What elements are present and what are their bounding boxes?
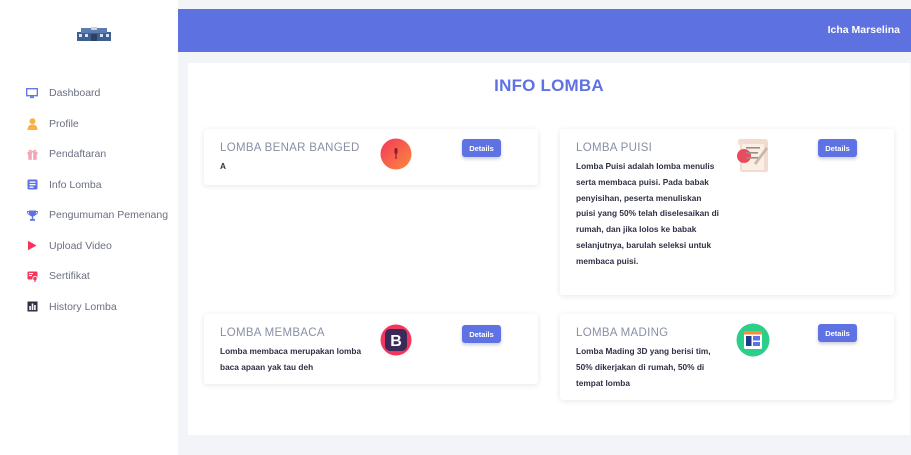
card-title: LOMBA PUISI bbox=[576, 142, 653, 154]
sidebar-item-label: Sertifikat bbox=[49, 270, 90, 283]
competition-card-mading: LOMBA MADING Lomba Mading 3D yang berisi… bbox=[560, 314, 894, 400]
info-icon bbox=[25, 178, 39, 192]
letter-b-icon: B bbox=[380, 324, 412, 356]
sidebar-item-label: Upload Video bbox=[49, 239, 112, 252]
certificate-icon bbox=[25, 269, 39, 283]
sidebar-item-label: Info Lomba bbox=[49, 178, 102, 191]
sidebar-item-label: History Lomba bbox=[49, 300, 117, 313]
sidebar-item-sertifikat[interactable]: Sertifikat bbox=[0, 261, 178, 292]
sidebar-item-info-lomba[interactable]: Info Lomba bbox=[0, 170, 178, 201]
monitor-icon bbox=[25, 86, 39, 100]
card-title: LOMBA MEMBACA bbox=[220, 327, 325, 339]
card-title: LOMBA MADING bbox=[576, 327, 669, 339]
details-button[interactable]: Details bbox=[462, 325, 501, 343]
play-icon bbox=[25, 239, 39, 253]
card-description: Lomba Puisi adalah lomba menulis serta m… bbox=[576, 161, 719, 266]
sidebar-item-dashboard[interactable]: Dashboard bbox=[0, 78, 178, 109]
sidebar-item-pendaftaran[interactable]: Pendaftaran bbox=[0, 139, 178, 170]
details-button[interactable]: Details bbox=[462, 139, 501, 157]
competition-card-membaca: LOMBA MEMBACA Lomba membaca merupakan lo… bbox=[204, 314, 538, 384]
history-icon bbox=[25, 300, 39, 314]
sidebar-item-label: Profile bbox=[49, 117, 79, 130]
microphone-icon bbox=[380, 138, 412, 170]
sidebar-item-label: Pengumuman Pemenang bbox=[49, 209, 169, 222]
details-button[interactable]: Details bbox=[818, 139, 857, 157]
competition-card-puisi: LOMBA PUISI Lomba Puisi adalah lomba men… bbox=[560, 129, 894, 295]
page-title: INFO LOMBA bbox=[494, 76, 604, 95]
gift-icon bbox=[25, 147, 39, 161]
sidebar-item-pengumuman-pemenang[interactable]: Pengumuman Pemenang bbox=[0, 200, 178, 231]
wall-magazine-icon bbox=[736, 323, 770, 357]
sidebar: Dashboard Profile Pendaftaran Info Lomba… bbox=[0, 0, 178, 455]
trophy-icon bbox=[25, 208, 39, 222]
poetry-paper-icon bbox=[737, 139, 768, 172]
user-name-link[interactable]: Icha Marselina bbox=[828, 9, 900, 52]
top-navbar: Icha Marselina bbox=[178, 9, 911, 52]
sidebar-item-label: Pendaftaran bbox=[49, 148, 107, 161]
card-title: LOMBA BENAR BANGED bbox=[220, 142, 360, 154]
competition-card-benar-banged: LOMBA BENAR BANGED A Details bbox=[204, 129, 538, 185]
card-description: Lomba membaca merupakan lomba baca apaan… bbox=[220, 346, 362, 372]
sidebar-item-upload-video[interactable]: Upload Video bbox=[0, 231, 178, 262]
sidebar-item-profile[interactable]: Profile bbox=[0, 109, 178, 140]
sidebar-item-label: Dashboard bbox=[49, 87, 101, 100]
card-description: Lomba Mading 3D yang berisi tim, 50% dik… bbox=[576, 346, 711, 388]
details-button[interactable]: Details bbox=[818, 324, 857, 342]
sidebar-nav: Dashboard Profile Pendaftaran Info Lomba… bbox=[0, 78, 178, 322]
main-panel: INFO LOMBA LOMBA BENAR BANGED A Details … bbox=[188, 63, 910, 435]
svg-text:B: B bbox=[390, 333, 402, 350]
card-description: A bbox=[220, 161, 226, 171]
user-icon bbox=[25, 117, 39, 131]
sidebar-item-history-lomba[interactable]: History Lomba bbox=[0, 292, 178, 323]
school-building-logo[interactable] bbox=[77, 27, 111, 41]
